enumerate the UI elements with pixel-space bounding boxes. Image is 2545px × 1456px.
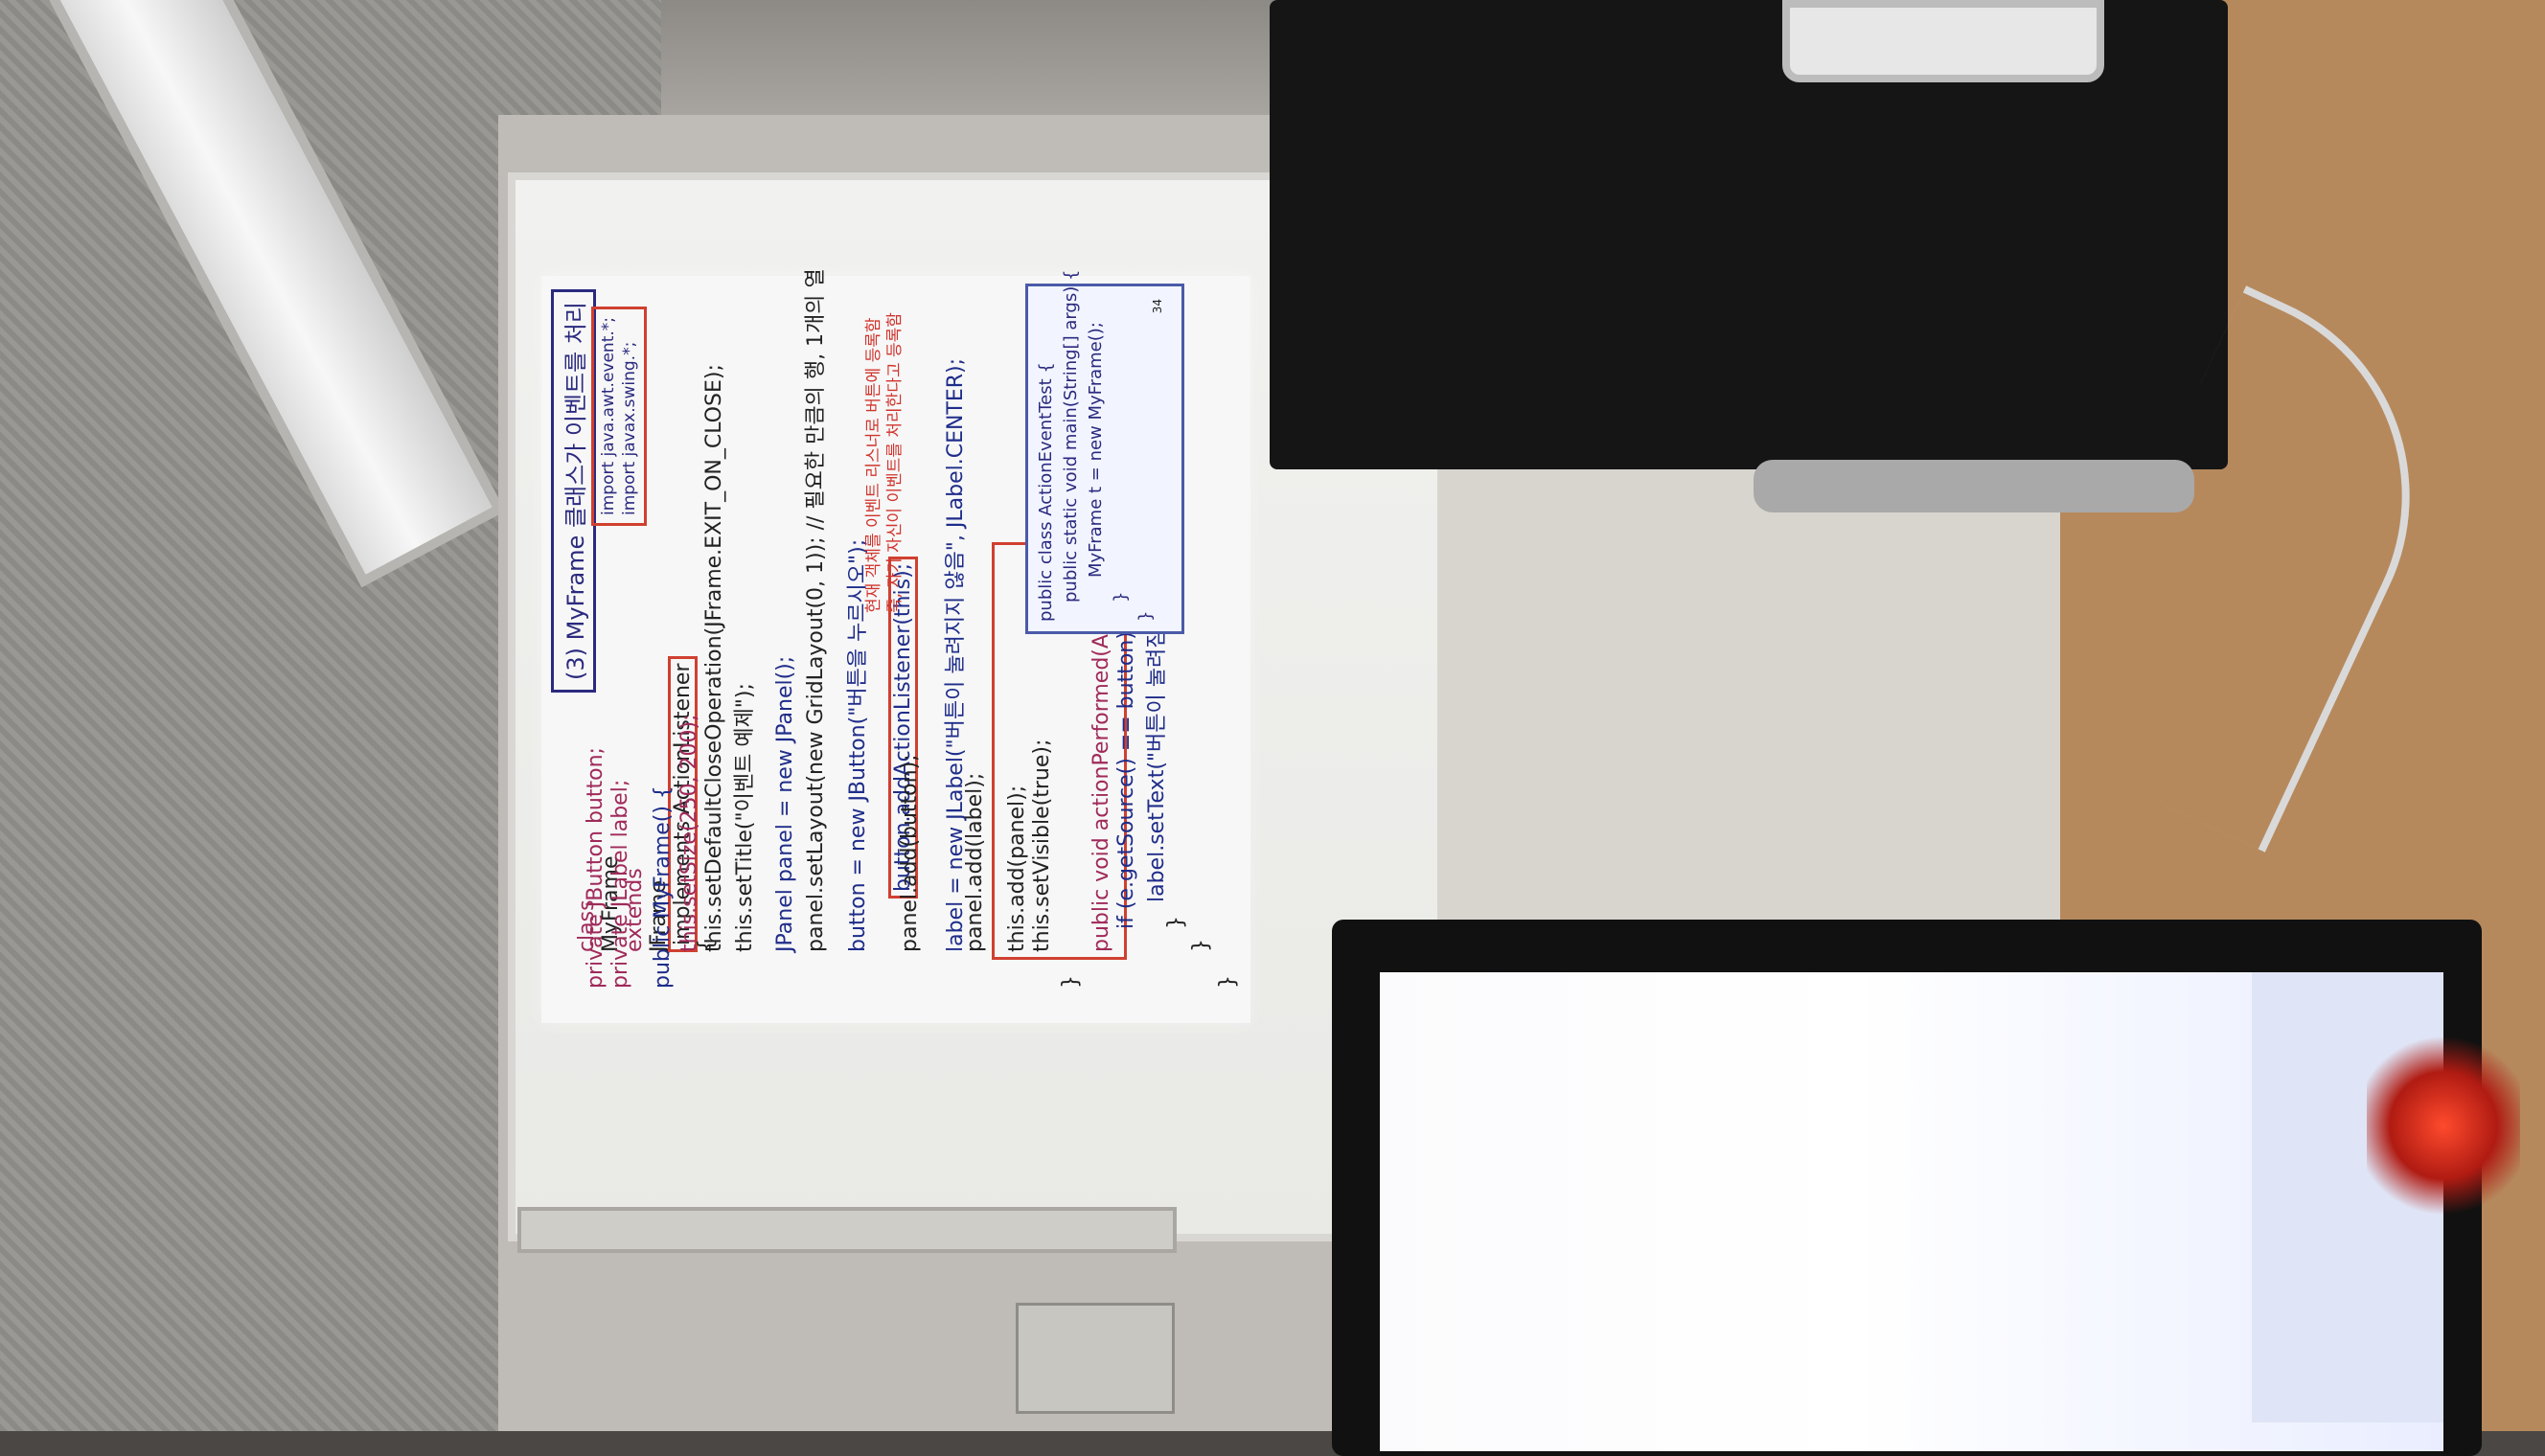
main-line-3: MyFrame t = new MyFrame(); xyxy=(1086,322,1106,578)
code-line-12: panel.add(button); xyxy=(898,754,922,952)
main-line-5: } xyxy=(1135,610,1156,622)
wall-outlet-panel xyxy=(1016,1303,1175,1414)
code-line-9: panel.setLayout(new GridLayout(0, 1)); /… xyxy=(804,268,828,952)
code-line-22: } xyxy=(1189,939,1213,952)
red-light-glow xyxy=(2367,1035,2520,1217)
code-line-4: public MyFrame() { xyxy=(651,785,675,989)
projected-slide: (3) MyFrame 클래스가 이벤트를 처리 import java.awt… xyxy=(541,268,1250,1023)
code-line-17: } xyxy=(1059,975,1083,989)
slide-page-number: 34 xyxy=(1151,299,1164,314)
main-line-1: public class ActionEventTest { xyxy=(1036,362,1056,622)
code-line-23: } xyxy=(1216,975,1240,989)
main-class-box: public class ActionEventTest { public st… xyxy=(1025,270,1184,634)
code-line-6: this.setDefaultCloseOperation(JFrame.EXI… xyxy=(702,364,726,952)
code-line-7: this.setTitle("이벤트 예제"); xyxy=(733,683,757,952)
code-line-2: private JButton button; xyxy=(584,747,608,989)
annotation-note-2: 즉, 자기 자신이 이벤트를 처리한다고 등록함 xyxy=(885,312,905,613)
monitor-stand xyxy=(1754,460,2194,512)
main-line-2: public static void main(String[] args) { xyxy=(1061,269,1081,603)
code-line-20: label.setText("버튼이 눌려짐"); xyxy=(1145,603,1169,902)
top-monitor-screen-edge xyxy=(1782,0,2104,82)
code-line-21: } xyxy=(1164,916,1188,929)
screen-bottom-bar xyxy=(517,1207,1177,1253)
main-line-4: } xyxy=(1111,591,1131,603)
code-line-19: if (e.getSource() == button) { xyxy=(1114,611,1138,929)
code-line-3: private JLabel label; xyxy=(608,779,632,989)
code-line-8: JPanel panel = new JPanel(); xyxy=(773,655,797,952)
code-line-14: panel.add(label); xyxy=(963,772,987,952)
code-line-5: this.setSize(250, 200); xyxy=(677,714,701,952)
